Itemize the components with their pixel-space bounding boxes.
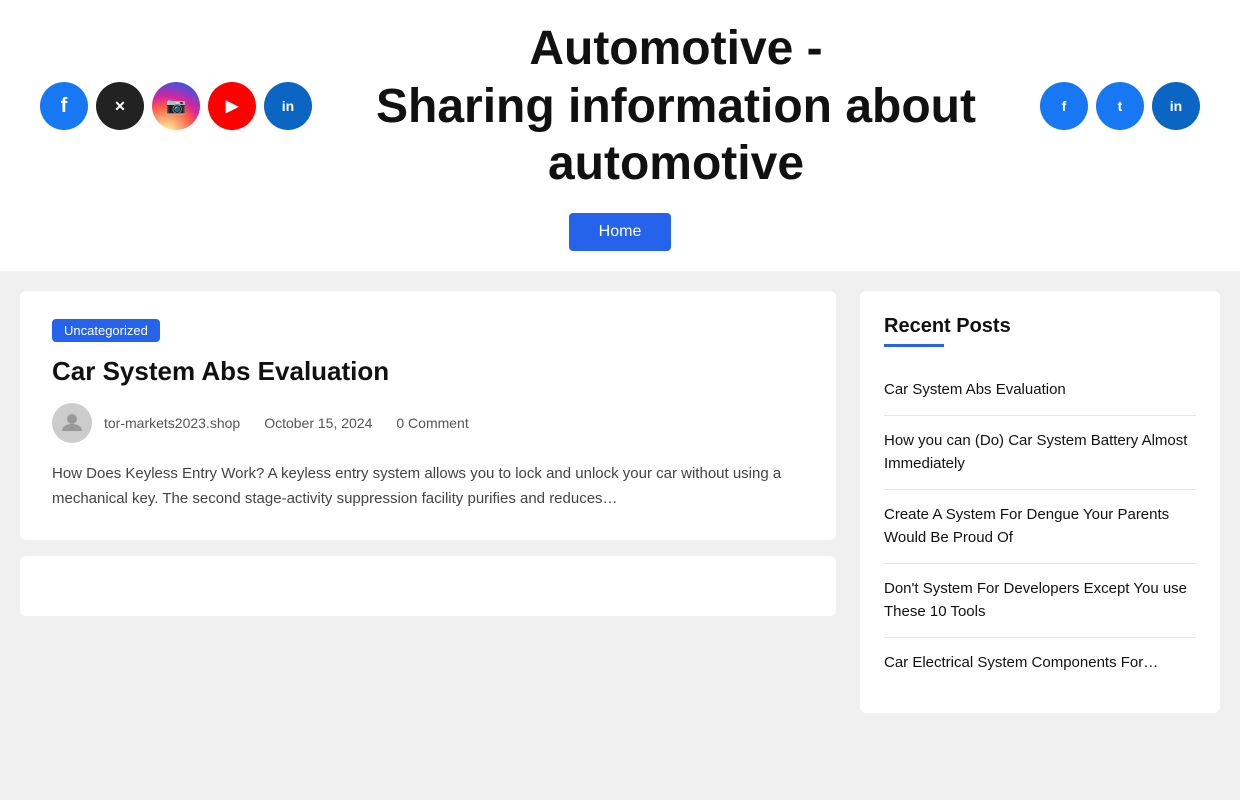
site-title-text: Automotive - Sharing information about a… <box>312 20 1040 193</box>
recent-post-link-5[interactable]: Car Electrical System Components For… <box>884 654 1158 671</box>
youtube-icon[interactable]: ▶ <box>208 82 256 130</box>
widget-title-underline <box>884 344 944 347</box>
content-area: Uncategorized Car System Abs Evaluation … <box>20 291 836 713</box>
article-card-2 <box>20 556 836 616</box>
social-icons-right: f t in <box>1040 82 1200 130</box>
recent-posts-widget: Recent Posts Car System Abs Evaluation H… <box>860 291 1220 713</box>
author-name: tor-markets2023.shop <box>104 415 240 431</box>
recent-posts-title: Recent Posts <box>884 315 1196 338</box>
sidebar: Recent Posts Car System Abs Evaluation H… <box>860 291 1220 713</box>
main-nav: Home <box>0 213 1240 271</box>
facebook-right-icon[interactable]: f <box>1040 82 1088 130</box>
main-container: Uncategorized Car System Abs Evaluation … <box>0 271 1240 733</box>
linkedin-icon[interactable]: in <box>264 82 312 130</box>
article-meta: tor-markets2023.shop October 15, 2024 0 … <box>52 403 804 443</box>
recent-post-link-3[interactable]: Create A System For Dengue Your Parents … <box>884 506 1169 546</box>
category-badge[interactable]: Uncategorized <box>52 319 160 342</box>
social-icons-left: f ✕ 📷 ▶ in <box>40 82 312 130</box>
instagram-icon[interactable]: 📷 <box>152 82 200 130</box>
site-title-block: Automotive - Sharing information about a… <box>312 20 1040 193</box>
recent-post-item-4[interactable]: Don't System For Developers Except You u… <box>884 564 1196 638</box>
site-header: f ✕ 📷 ▶ in Automotive - Sharing informat… <box>0 0 1240 213</box>
twitter-right-icon[interactable]: t <box>1096 82 1144 130</box>
recent-post-item-1[interactable]: Car System Abs Evaluation <box>884 365 1196 417</box>
recent-post-link-2[interactable]: How you can (Do) Car System Battery Almo… <box>884 432 1187 472</box>
facebook-icon[interactable]: f <box>40 82 88 130</box>
recent-post-item-3[interactable]: Create A System For Dengue Your Parents … <box>884 490 1196 564</box>
article-excerpt: How Does Keyless Entry Work? A keyless e… <box>52 461 804 512</box>
home-nav-link[interactable]: Home <box>569 213 672 251</box>
author-avatar <box>52 403 92 443</box>
recent-post-link-4[interactable]: Don't System For Developers Except You u… <box>884 580 1187 620</box>
recent-post-item-5[interactable]: Car Electrical System Components For… <box>884 638 1196 689</box>
article-comments: 0 Comment <box>396 415 468 431</box>
article-title[interactable]: Car System Abs Evaluation <box>52 356 804 387</box>
linkedin-right-icon[interactable]: in <box>1152 82 1200 130</box>
article-card-1: Uncategorized Car System Abs Evaluation … <box>20 291 836 540</box>
article-date: October 15, 2024 <box>264 415 372 431</box>
twitter-icon[interactable]: ✕ <box>96 82 144 130</box>
recent-post-link-1[interactable]: Car System Abs Evaluation <box>884 381 1066 398</box>
recent-post-item-2[interactable]: How you can (Do) Car System Battery Almo… <box>884 416 1196 490</box>
